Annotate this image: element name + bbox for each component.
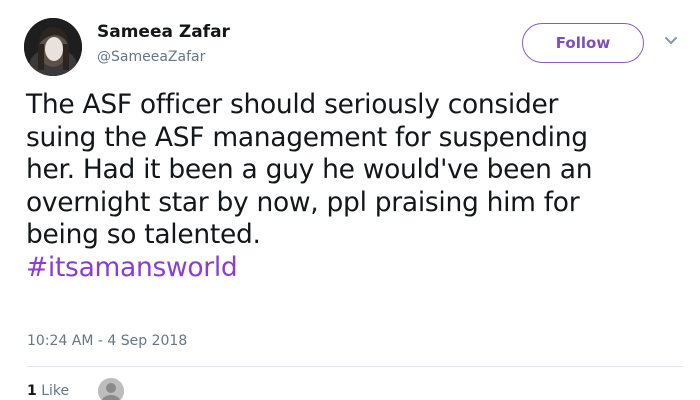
- chevron-down-icon[interactable]: [664, 36, 678, 46]
- likes-label: Like: [41, 383, 70, 399]
- likes-number: 1: [27, 383, 37, 399]
- follow-button[interactable]: Follow: [522, 23, 644, 63]
- tweet-text-line: her. Had it been a guy he would've been …: [26, 154, 593, 186]
- tweet-text-line: overnight star by now, ppl praising him …: [26, 186, 580, 218]
- tweet-timestamp[interactable]: 10:24 AM - 4 Sep 2018: [27, 333, 187, 349]
- tweet-text-line: suing the ASF management for suspending: [26, 121, 588, 153]
- tweet-text: The ASF officer should seriously conside…: [26, 89, 666, 285]
- tweet-card: Sameea Zafar @SameeaZafar Follow The ASF…: [0, 0, 700, 400]
- divider: [27, 366, 683, 367]
- profile-photo-icon: [24, 18, 82, 76]
- liker-avatar[interactable]: [98, 378, 124, 400]
- likes-count[interactable]: 1 Like: [27, 383, 69, 399]
- author-name[interactable]: Sameea Zafar: [97, 22, 230, 42]
- tweet-text-line: being so talented.: [26, 219, 261, 251]
- user-avatar-icon: [98, 378, 124, 400]
- author-avatar[interactable]: [24, 18, 82, 76]
- tweet-text-line: The ASF officer should seriously conside…: [26, 89, 559, 120]
- hashtag-link[interactable]: #itsamansworld: [26, 252, 666, 285]
- author-handle[interactable]: @SameeaZafar: [97, 49, 205, 65]
